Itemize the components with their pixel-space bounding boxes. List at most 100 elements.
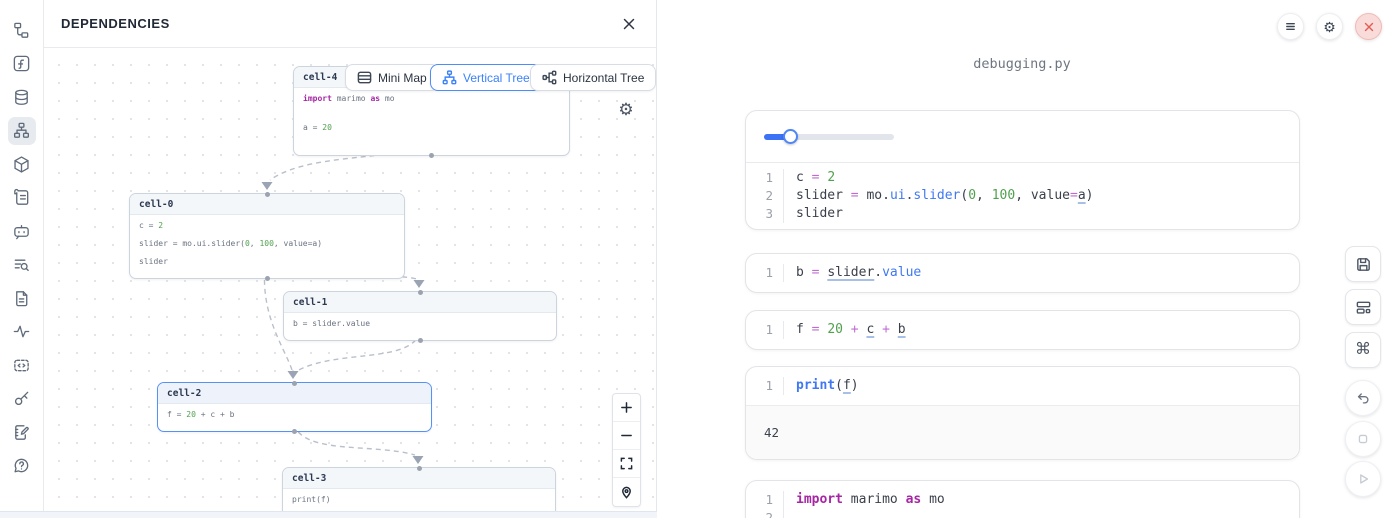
undo-button[interactable] xyxy=(1345,380,1381,416)
notebook-settings-button[interactable]: ⚙ xyxy=(1316,13,1343,40)
vertical-tree-button[interactable]: Vertical Tree xyxy=(430,64,542,91)
cell-slider[interactable]: 1 2 3 c = 2 slider = mo.ui.slider(0, 100… xyxy=(745,110,1300,230)
cell-import[interactable]: 1 2 import marimo as mo xyxy=(745,480,1300,518)
code-editor[interactable]: 1 2 3 c = 2 slider = mo.ui.slider(0, 100… xyxy=(746,163,1299,229)
dependencies-header: DEPENDENCIES xyxy=(44,0,656,48)
layout-icon xyxy=(1355,299,1372,316)
code-line: slider xyxy=(796,205,1299,223)
close-icon xyxy=(1363,21,1375,33)
dependency-graph-icon xyxy=(12,121,31,140)
graph-node-code: b = slider.value xyxy=(284,313,556,340)
scratchpad-icon xyxy=(12,423,31,442)
search-list-icon xyxy=(12,255,31,274)
shutdown-button[interactable] xyxy=(1355,13,1382,40)
line-numbers: 1 2 3 xyxy=(746,169,784,223)
dependencies-title: DEPENDENCIES xyxy=(61,16,170,31)
code-editor[interactable]: 1 f = 20 + c + b xyxy=(746,311,1299,349)
sidebar-item-tracing[interactable] xyxy=(8,318,36,346)
code-editor[interactable]: 1 b = slider.value xyxy=(746,254,1299,292)
cell-print[interactable]: 1 print(f) 42 xyxy=(745,366,1300,460)
code-line: print(f) xyxy=(796,377,1299,395)
notebook-area: debugging.py ⚙ 1 2 3 xyxy=(657,0,1400,518)
command-icon: ⌘ xyxy=(1355,342,1371,358)
close-icon xyxy=(622,17,636,31)
sidebar-item-packages[interactable] xyxy=(8,150,36,178)
save-icon xyxy=(1355,256,1372,273)
minimap-button[interactable]: Mini Map xyxy=(345,64,439,91)
scroll-logs-icon xyxy=(12,188,31,207)
locate-node-button[interactable] xyxy=(613,478,640,506)
keyboard-shortcuts-button[interactable]: ⌘ xyxy=(1345,332,1381,368)
graph-node-title: cell-3 xyxy=(283,468,555,489)
zoom-out-button[interactable] xyxy=(613,422,640,450)
code-editor[interactable]: 1 print(f) xyxy=(746,367,1299,405)
vertical-tree-label: Vertical Tree xyxy=(463,71,530,85)
file-tree-icon xyxy=(12,21,31,40)
sidebar-item-logs[interactable] xyxy=(8,184,36,212)
graph-node-code: f = 20 + c + b xyxy=(158,404,431,431)
sidebar-item-snippets[interactable] xyxy=(8,351,36,379)
graph-node-title: cell-2 xyxy=(158,383,431,404)
layout-button[interactable] xyxy=(1345,289,1381,325)
sidebar-item-datasources[interactable] xyxy=(8,83,36,111)
graph-node-code: print(f) xyxy=(283,489,555,511)
graph-zoom-controls xyxy=(612,393,641,507)
code-editor[interactable]: 1 2 import marimo as mo xyxy=(746,481,1299,518)
sidebar-item-file-explorer[interactable] xyxy=(8,16,36,44)
sidebar-item-secrets[interactable] xyxy=(8,385,36,413)
graph-node-cell-3[interactable]: cell-3 print(f) xyxy=(282,467,556,511)
cell-f[interactable]: 1 f = 20 + c + b xyxy=(745,310,1300,350)
code-line: f = 20 + c + b xyxy=(796,321,1299,339)
minimap-icon xyxy=(357,70,372,85)
horizontal-tree-button[interactable]: Horizontal Tree xyxy=(530,64,656,91)
database-icon xyxy=(12,88,31,107)
dependency-graph-canvas[interactable]: cell-4 import marimo as mo a = 20 cell-0… xyxy=(44,48,656,511)
gear-icon: ⚙ xyxy=(1323,20,1336,34)
sidebar-item-documentation[interactable] xyxy=(8,284,36,312)
locate-pin-icon xyxy=(620,486,633,499)
sidebar-item-dependency-graph[interactable] xyxy=(8,117,36,145)
slider-handle[interactable] xyxy=(783,129,798,144)
sidebar-item-variables[interactable] xyxy=(8,50,36,78)
line-numbers: 1 2 xyxy=(746,491,784,518)
sidebar-item-help[interactable] xyxy=(8,452,36,480)
key-icon xyxy=(12,389,31,408)
gear-icon: ⚙ xyxy=(618,100,633,119)
stop-button[interactable] xyxy=(1345,421,1381,457)
help-icon xyxy=(12,456,31,475)
code-line: slider = mo.ui.slider(0, 100, value=a) xyxy=(796,187,1299,205)
sidebar-item-outline-search[interactable] xyxy=(8,251,36,279)
document-icon xyxy=(12,289,31,308)
graph-node-cell-0[interactable]: cell-0 c = 2 slider = mo.ui.slider(0, 10… xyxy=(129,193,405,279)
graph-node-cell-2[interactable]: cell-2 f = 20 + c + b xyxy=(157,382,432,432)
graph-node-cell-1[interactable]: cell-1 b = slider.value xyxy=(283,291,557,341)
fit-view-button[interactable] xyxy=(613,450,640,478)
line-numbers: 1 xyxy=(746,321,784,339)
save-button[interactable] xyxy=(1345,246,1381,282)
code-line xyxy=(796,509,1299,518)
sidebar-item-ai-chat[interactable] xyxy=(8,217,36,245)
horizontal-tree-label: Horizontal Tree xyxy=(563,71,644,85)
notebook-menu-button[interactable] xyxy=(1277,13,1304,40)
chat-bot-icon xyxy=(12,222,31,241)
cell-b[interactable]: 1 b = slider.value xyxy=(745,253,1300,293)
graph-node-title: cell-0 xyxy=(130,194,404,215)
horizontal-tree-icon xyxy=(542,70,557,85)
notebook-filename: debugging.py xyxy=(657,56,1387,72)
function-square-icon xyxy=(12,54,31,73)
snippets-icon xyxy=(12,356,31,375)
stop-icon xyxy=(1355,431,1371,447)
code-line: import marimo as mo xyxy=(796,491,1299,509)
close-panel-button[interactable] xyxy=(619,14,639,34)
code-line: c = 2 xyxy=(796,169,1299,187)
cell-output-slider xyxy=(746,111,1299,163)
cell-output-console: 42 xyxy=(746,405,1299,459)
graph-settings-button[interactable]: ⚙ xyxy=(616,100,636,120)
line-numbers: 1 xyxy=(746,377,784,395)
graph-node-code: c = 2 slider = mo.ui.slider(0, 100, valu… xyxy=(130,215,404,278)
line-numbers: 1 xyxy=(746,264,784,282)
zoom-in-button[interactable] xyxy=(613,394,640,422)
sidebar-item-scratchpad[interactable] xyxy=(8,418,36,446)
slider-track[interactable] xyxy=(764,134,894,140)
run-all-button[interactable] xyxy=(1345,461,1381,497)
